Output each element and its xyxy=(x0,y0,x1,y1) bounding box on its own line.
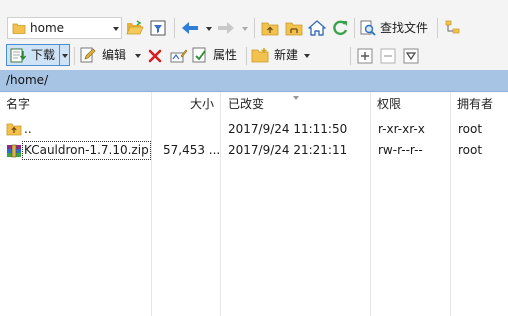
file-row-parent[interactable]: .. 2017/9/24 11:11:50 r-xr-xr-x root xyxy=(0,119,508,140)
back-history-chevron-icon[interactable] xyxy=(206,27,212,31)
find-files-icon xyxy=(360,20,376,36)
chevron-down-icon[interactable] xyxy=(113,27,119,31)
path-bar[interactable]: /home/ xyxy=(0,70,508,92)
minus-icon xyxy=(380,48,396,64)
back-button[interactable] xyxy=(180,18,200,38)
edit-chevron-icon[interactable] xyxy=(135,54,141,58)
filter-select-button[interactable] xyxy=(401,46,421,66)
download-chevron-icon[interactable] xyxy=(62,54,68,58)
navigation-toolbar: home 查找文件 xyxy=(0,0,508,42)
tree-view-icon xyxy=(445,20,460,34)
column-header-modified[interactable]: 已改变 xyxy=(228,92,264,116)
filter-icon xyxy=(403,48,419,64)
edit-button[interactable]: 编辑 xyxy=(80,45,142,65)
filter-icon xyxy=(150,20,166,36)
rename-button[interactable] xyxy=(169,46,189,66)
download-icon xyxy=(10,47,26,63)
properties-icon xyxy=(192,47,208,63)
file-size: 57,453 ... xyxy=(163,143,221,157)
back-arrow-icon xyxy=(182,22,198,34)
file-permissions: rw-r--r-- xyxy=(378,143,423,157)
file-actions-toolbar: 下载 编辑 属性 新建 xyxy=(0,42,508,71)
location-combobox[interactable]: home xyxy=(7,17,122,39)
root-directory-button[interactable] xyxy=(284,18,304,38)
column-header-size[interactable]: 大小 xyxy=(190,92,214,116)
select-remove-button[interactable] xyxy=(378,46,398,66)
file-name: .. xyxy=(24,122,32,136)
plus-icon xyxy=(357,48,373,64)
find-files-button[interactable]: 查找文件 xyxy=(358,17,434,39)
file-name: KCauldron-1.7.10.zip xyxy=(22,141,151,160)
file-owner: root xyxy=(458,122,483,136)
forward-arrow-icon xyxy=(218,22,234,34)
refresh-button[interactable] xyxy=(330,18,350,38)
folder-icon xyxy=(11,20,27,36)
new-button[interactable]: 新建 xyxy=(251,45,313,65)
root-folder-icon xyxy=(285,22,303,36)
edit-label: 编辑 xyxy=(102,48,127,62)
file-modified: 2017/9/24 21:21:11 xyxy=(228,143,348,157)
properties-button[interactable]: 属性 xyxy=(192,45,242,65)
new-folder-icon xyxy=(251,47,269,63)
file-owner: root xyxy=(458,143,483,157)
file-permissions: r-xr-xr-x xyxy=(378,122,425,136)
column-header-permissions[interactable]: 权限 xyxy=(377,92,401,116)
forward-button[interactable] xyxy=(216,18,236,38)
delete-icon xyxy=(148,49,162,63)
home-directory-button[interactable] xyxy=(307,18,327,38)
file-list-header: 名字 大小 已改变 权限 拥有者 xyxy=(0,92,508,116)
tree-view-button[interactable] xyxy=(443,18,463,38)
parent-folder-icon xyxy=(6,121,22,137)
new-chevron-icon[interactable] xyxy=(304,54,310,58)
file-modified: 2017/9/24 11:11:50 xyxy=(228,122,348,136)
column-header-owner[interactable]: 拥有者 xyxy=(457,92,493,116)
file-row-zip[interactable]: KCauldron-1.7.10.zip 57,453 ... 2017/9/2… xyxy=(0,140,508,161)
download-label: 下载 xyxy=(31,48,56,62)
open-folder-icon xyxy=(126,20,144,35)
refresh-icon xyxy=(333,20,348,36)
properties-label: 属性 xyxy=(213,48,238,62)
parent-directory-button[interactable] xyxy=(260,18,280,38)
open-folder-button[interactable] xyxy=(125,18,145,38)
filter-button[interactable] xyxy=(148,18,168,38)
new-label: 新建 xyxy=(274,48,299,62)
current-path: /home/ xyxy=(6,73,49,87)
edit-icon xyxy=(80,47,96,63)
find-files-label: 查找文件 xyxy=(380,21,429,35)
zip-archive-icon xyxy=(5,142,22,159)
rename-icon xyxy=(170,49,188,63)
sort-indicator-icon xyxy=(293,96,299,100)
location-value: home xyxy=(30,21,65,35)
home-icon xyxy=(308,20,326,36)
column-header-name[interactable]: 名字 xyxy=(6,92,30,116)
delete-button[interactable] xyxy=(145,46,165,66)
parent-folder-icon xyxy=(261,22,279,36)
forward-history-chevron-icon[interactable] xyxy=(242,27,248,31)
download-button[interactable]: 下载 xyxy=(6,44,70,66)
select-add-button[interactable] xyxy=(355,46,375,66)
